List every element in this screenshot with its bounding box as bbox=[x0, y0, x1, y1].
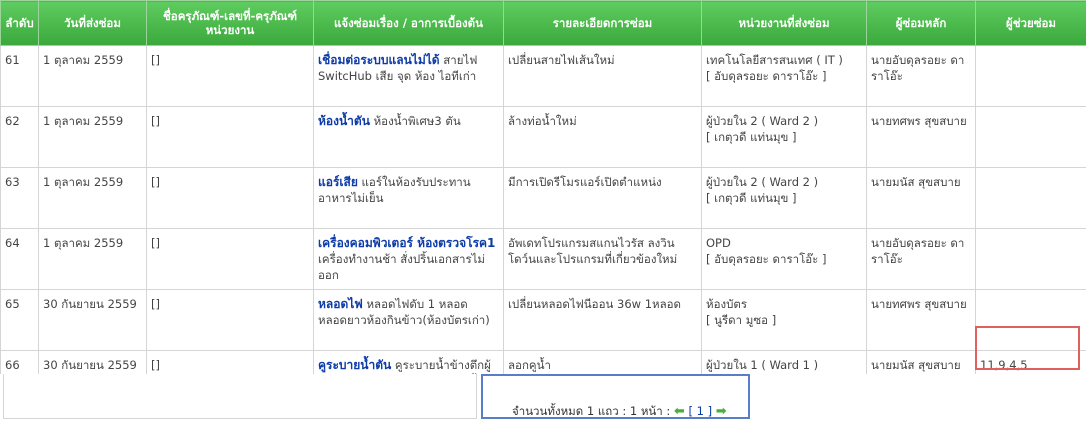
cell-issue: หลอดไฟ หลอดไฟดับ 1 หลอด หลอดยาวห้องกินข้… bbox=[314, 290, 504, 351]
table-row: 621 ตุลาคม 2559[]ห้องน้ำตัน ห้องน้ำพิเศษ… bbox=[1, 107, 1086, 168]
issue-title-link[interactable]: ห้องน้ำตัน bbox=[318, 114, 370, 128]
cell-detail: เปลี่ยนหลอดไฟนีออน 36w 1หลอด bbox=[504, 290, 702, 351]
issue-title-link[interactable]: เชื่อมต่อระบบแลนไม่ได้ bbox=[318, 53, 440, 67]
cell-date: 30 กันยายน 2559 bbox=[39, 290, 147, 351]
footer-left-cell bbox=[3, 374, 477, 419]
cell-detail: ล้างท่อน้ำใหม่ bbox=[504, 107, 702, 168]
cell-main-repairer: นายมนัส สุขสบาย bbox=[867, 168, 976, 229]
cell-date: 1 ตุลาคม 2559 bbox=[39, 168, 147, 229]
cell-issue: เชื่อมต่อระบบแลนไม่ได้ สายไฟ SwitcHub เส… bbox=[314, 46, 504, 107]
cell-dept: ผู้ป่วยใน 2 ( Ward 2 )[ เกตุวดี แท่นมุข … bbox=[702, 107, 867, 168]
arrow-right-icon[interactable]: ➡ bbox=[716, 404, 727, 419]
cell-equipment: [] bbox=[147, 229, 314, 290]
cell-issue: เครื่องคอมพิวเตอร์ ห้องตรวจโรค1 เครื่องท… bbox=[314, 229, 504, 290]
table-row: 6530 กันยายน 2559[]หลอดไฟ หลอดไฟดับ 1 หล… bbox=[1, 290, 1086, 351]
issue-title-link[interactable]: แอร์เสีย bbox=[318, 175, 358, 189]
dept-name: ห้องบัตร bbox=[706, 296, 862, 312]
col-header-main-repairer[interactable]: ผู้ซ่อมหลัก bbox=[867, 1, 976, 46]
table-row: 641 ตุลาคม 2559[]เครื่องคอมพิวเตอร์ ห้อง… bbox=[1, 229, 1086, 290]
cell-equipment: [] bbox=[147, 168, 314, 229]
cell-helper bbox=[976, 229, 1086, 290]
dept-person: [ นูรีดา มูซอ ] bbox=[706, 312, 862, 328]
table-row: 631 ตุลาคม 2559[]แอร์เสีย แอร์ในห้องรับป… bbox=[1, 168, 1086, 229]
cell-dept: ผู้ป่วยใน 2 ( Ward 2 )[ เกตุวดี แท่นมุข … bbox=[702, 168, 867, 229]
cell-helper bbox=[976, 46, 1086, 107]
cell-helper bbox=[976, 107, 1086, 168]
cell-issue: แอร์เสีย แอร์ในห้องรับประทานอาหารไม่เย็น bbox=[314, 168, 504, 229]
cell-no: 64 bbox=[1, 229, 39, 290]
dept-name: ผู้ป่วยใน 2 ( Ward 2 ) bbox=[706, 174, 862, 190]
dept-name: OPD bbox=[706, 235, 862, 251]
col-header-dept[interactable]: หน่วยงานที่ส่งซ่อม bbox=[702, 1, 867, 46]
col-header-detail[interactable]: รายละเอียดการซ่อม bbox=[504, 1, 702, 46]
dept-name: ผู้ป่วยใน 1 ( Ward 1 ) bbox=[706, 357, 862, 373]
cell-main-repairer: นายทศพร สุขสบาย bbox=[867, 107, 976, 168]
cell-no: 65 bbox=[1, 290, 39, 351]
cell-detail: เปลี่ยนสายไฟเส้นใหม่ bbox=[504, 46, 702, 107]
col-header-helper[interactable]: ผู้ช่วยซ่อม bbox=[976, 1, 1086, 46]
cell-detail: อัพเดทโปรแกรมสแกนไวรัส ลงวินโดว์นและโปรแ… bbox=[504, 229, 702, 290]
dept-name: ผู้ป่วยใน 2 ( Ward 2 ) bbox=[706, 113, 862, 129]
dept-person: [ เกตุวดี แท่นมุข ] bbox=[706, 190, 862, 206]
repair-table: ลำดับ วันที่ส่งซ่อม ชื่อครุภัณฑ์-เลขที่-… bbox=[0, 0, 1086, 412]
issue-title-link[interactable]: หลอดไฟ bbox=[318, 297, 363, 311]
col-header-date[interactable]: วันที่ส่งซ่อม bbox=[39, 1, 147, 46]
page-link-1[interactable]: [ 1 ] bbox=[688, 404, 712, 418]
issue-description: ห้องน้ำพิเศษ3 ตัน bbox=[370, 114, 461, 128]
cell-date: 1 ตุลาคม 2559 bbox=[39, 46, 147, 107]
cell-date: 1 ตุลาคม 2559 bbox=[39, 107, 147, 168]
arrow-left-icon[interactable]: ⬅ bbox=[674, 404, 685, 419]
cell-main-repairer: นายอับดุลรอยะ ดาราโอ๊ะ bbox=[867, 46, 976, 107]
cell-main-repairer: นายอับดุลรอยะ ดาราโอ๊ะ bbox=[867, 229, 976, 290]
cell-dept: เทคโนโลยีสารสนเทศ ( IT )[ อับดุลรอยะ ดาร… bbox=[702, 46, 867, 107]
cell-equipment: [] bbox=[147, 107, 314, 168]
cell-dept: OPD[ อับดุลรอยะ ดาราโอ๊ะ ] bbox=[702, 229, 867, 290]
issue-title-link[interactable]: คูระบายน้ำตัน bbox=[318, 358, 391, 372]
dept-person: [ เกตุวดี แท่นมุข ] bbox=[706, 129, 862, 145]
cell-no: 61 bbox=[1, 46, 39, 107]
dept-person: [ อับดุลรอยะ ดาราโอ๊ะ ] bbox=[706, 251, 862, 267]
cell-equipment: [] bbox=[147, 46, 314, 107]
table-header-row: ลำดับ วันที่ส่งซ่อม ชื่อครุภัณฑ์-เลขที่-… bbox=[1, 1, 1086, 46]
issue-title-link[interactable]: เครื่องคอมพิวเตอร์ ห้องตรวจโรค1 bbox=[318, 236, 495, 250]
pagination-highlight-box: จำนวนทั้งหมด 1 แถว : 1 หน้า : ⬅ [ 1 ] ➡ bbox=[481, 374, 750, 419]
col-header-issue[interactable]: แจ้งซ่อมเรื่อง / อาการเบื้องต้น bbox=[314, 1, 504, 46]
cell-no: 62 bbox=[1, 107, 39, 168]
cell-dept: ห้องบัตร[ นูรีดา มูซอ ] bbox=[702, 290, 867, 351]
pagination: จำนวนทั้งหมด 1 แถว : 1 หน้า : ⬅ [ 1 ] ➡ bbox=[512, 403, 727, 421]
dept-name: เทคโนโลยีสารสนเทศ ( IT ) bbox=[706, 52, 862, 68]
cell-helper bbox=[976, 290, 1086, 351]
cell-date: 1 ตุลาคม 2559 bbox=[39, 229, 147, 290]
cell-main-repairer: นายทศพร สุขสบาย bbox=[867, 290, 976, 351]
issue-description: เครื่องทำงานช้า สั่งปริ้นเอกสารไม่ออก bbox=[318, 252, 485, 282]
cell-helper bbox=[976, 168, 1086, 229]
dept-person: [ อับดุลรอยะ ดาราโอ๊ะ ] bbox=[706, 68, 862, 84]
cell-issue: ห้องน้ำตัน ห้องน้ำพิเศษ3 ตัน bbox=[314, 107, 504, 168]
col-header-no[interactable]: ลำดับ bbox=[1, 1, 39, 46]
table-row: 611 ตุลาคม 2559[]เชื่อมต่อระบบแลนไม่ได้ … bbox=[1, 46, 1086, 107]
cell-equipment: [] bbox=[147, 290, 314, 351]
cell-detail: มีการเปิดรีโมรแอร์เปิดตำแหน่ง bbox=[504, 168, 702, 229]
cell-no: 63 bbox=[1, 168, 39, 229]
pagination-summary: จำนวนทั้งหมด 1 แถว : 1 หน้า : bbox=[512, 404, 670, 418]
col-header-equipment[interactable]: ชื่อครุภัณฑ์-เลขที่-ครุภัณฑ์หน่วยงาน bbox=[147, 1, 314, 46]
